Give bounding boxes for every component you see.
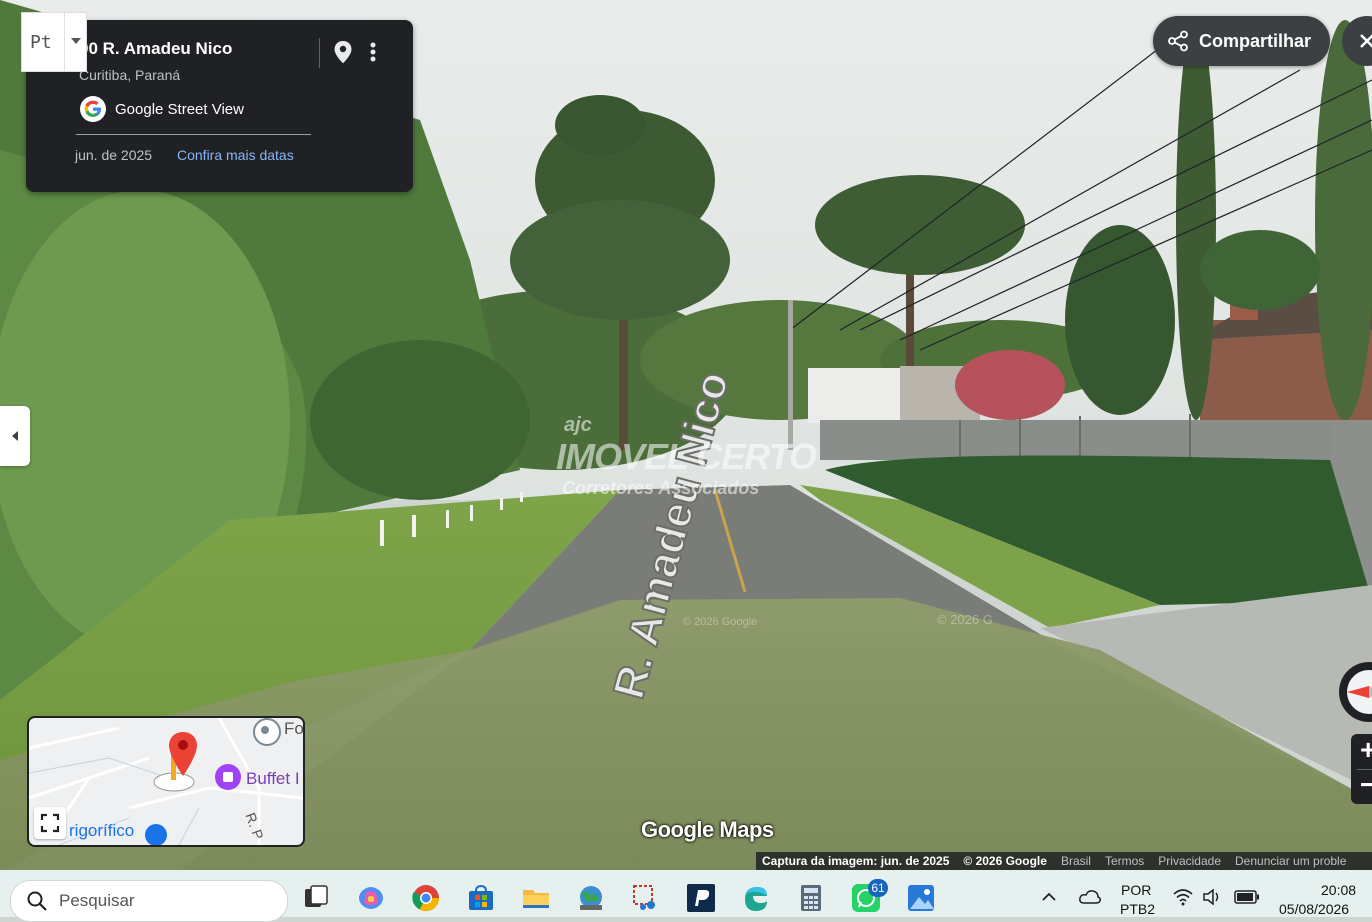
zoom-in-button[interactable]: +: [1351, 734, 1372, 769]
shopping-marker-icon: [145, 824, 167, 845]
zoom-in-label: +: [1360, 734, 1372, 765]
poi-label-frigorifico: rigorífico: [69, 821, 135, 840]
copilot-icon[interactable]: [356, 883, 386, 913]
google-maps-logo: Google Maps: [641, 817, 774, 842]
chrome-icon[interactable]: [411, 883, 441, 913]
snipping-tool-icon[interactable]: [631, 883, 661, 913]
capture-date: jun. de 2025: [75, 147, 153, 163]
poi-label-top: Fo: [284, 719, 304, 738]
fullscreen-icon: [40, 813, 60, 833]
zoom-controls: + −: [1351, 734, 1372, 804]
chevron-up-icon[interactable]: [1040, 890, 1058, 904]
task-view-icon[interactable]: [301, 883, 331, 913]
poi-marker-top: [253, 718, 281, 746]
share-button[interactable]: Compartilhar: [1153, 16, 1330, 66]
close-button[interactable]: [1342, 16, 1372, 66]
chevron-left-icon: [12, 431, 18, 441]
input-language-2[interactable]: PTB2: [1120, 901, 1155, 917]
clock-time[interactable]: 20:08: [1321, 882, 1356, 898]
pdf-app-icon[interactable]: [686, 883, 716, 913]
street-view-pegman-pin: [165, 730, 201, 787]
country-link[interactable]: Brasil: [1061, 854, 1091, 868]
collapse-panel-button[interactable]: [0, 406, 30, 466]
scene-copyright: © 2026 Google: [683, 616, 758, 628]
card-divider: [76, 134, 311, 135]
badge-dropdown[interactable]: [64, 13, 87, 71]
more-options-button[interactable]: [363, 36, 383, 68]
location-pin-icon: [334, 41, 352, 64]
buffet-marker-icon: [215, 764, 241, 790]
google-logo-icon: [80, 96, 106, 122]
watermark: ajc IMOVEL CERTO Corretores Associados: [556, 414, 817, 498]
volume-icon[interactable]: [1202, 888, 1224, 906]
search-icon: [27, 891, 47, 911]
zoom-out-button[interactable]: −: [1351, 769, 1372, 804]
city-label: Curitiba, Paraná: [79, 67, 181, 83]
clock-date[interactable]: 05/08/2026: [1279, 901, 1349, 917]
more-vert-icon: [370, 42, 376, 62]
attribution-bar: Captura da imagem: jun. de 2025 © 2026 G…: [756, 852, 1372, 870]
compass-icon: [1347, 670, 1372, 714]
more-dates-link[interactable]: Confira mais datas: [177, 147, 294, 163]
copyright-attribution: © 2026 Google: [963, 854, 1047, 868]
map-pin-icon: [169, 732, 197, 776]
compass-button[interactable]: [1339, 662, 1372, 722]
share-label: Compartilhar: [1199, 30, 1312, 51]
battery-icon[interactable]: [1234, 890, 1260, 904]
minimap[interactable]: Fo Buffet I rigorífico R. P: [27, 716, 305, 847]
calculator-icon[interactable]: [796, 883, 826, 913]
scene-copyright-2: © 2026 G: [937, 612, 993, 627]
capture-date-attribution: Captura da imagem: jun. de 2025: [762, 854, 950, 868]
terms-link[interactable]: Termos: [1105, 854, 1144, 868]
address-title: 00 R. Amadeu Nico: [79, 39, 233, 58]
onedrive-cloud-icon[interactable]: [1078, 888, 1102, 906]
expand-map-button[interactable]: [34, 807, 66, 839]
report-problem-link[interactable]: Denunciar um proble: [1235, 854, 1346, 868]
share-icon: [1168, 30, 1188, 52]
microsoft-store-icon[interactable]: [466, 883, 496, 913]
file-explorer-icon[interactable]: [521, 883, 551, 913]
edge-browser-icon[interactable]: [741, 883, 771, 913]
photos-icon[interactable]: [906, 883, 936, 913]
language-tool-badge[interactable]: Pt: [21, 12, 87, 72]
location-pin-button[interactable]: [329, 36, 357, 68]
card-vertical-divider: [319, 38, 320, 68]
input-language-1[interactable]: POR: [1121, 882, 1151, 898]
whatsapp-unread-badge: 61: [868, 879, 888, 897]
caret-down-icon: [71, 38, 81, 44]
search-placeholder: Pesquisar: [59, 891, 135, 910]
privacy-link[interactable]: Privacidade: [1158, 854, 1221, 868]
badge-label: Pt: [30, 32, 52, 53]
street-view-label: Google Street View: [115, 100, 244, 118]
street-view-source: Google Street View: [80, 96, 244, 122]
globe-app-icon[interactable]: [576, 883, 606, 913]
zoom-out-label: −: [1360, 769, 1372, 800]
poi-label-buffet: Buffet I: [246, 769, 300, 788]
taskbar-search[interactable]: Pesquisar: [10, 880, 288, 922]
wifi-icon[interactable]: [1172, 888, 1194, 906]
close-icon: [1360, 34, 1372, 48]
